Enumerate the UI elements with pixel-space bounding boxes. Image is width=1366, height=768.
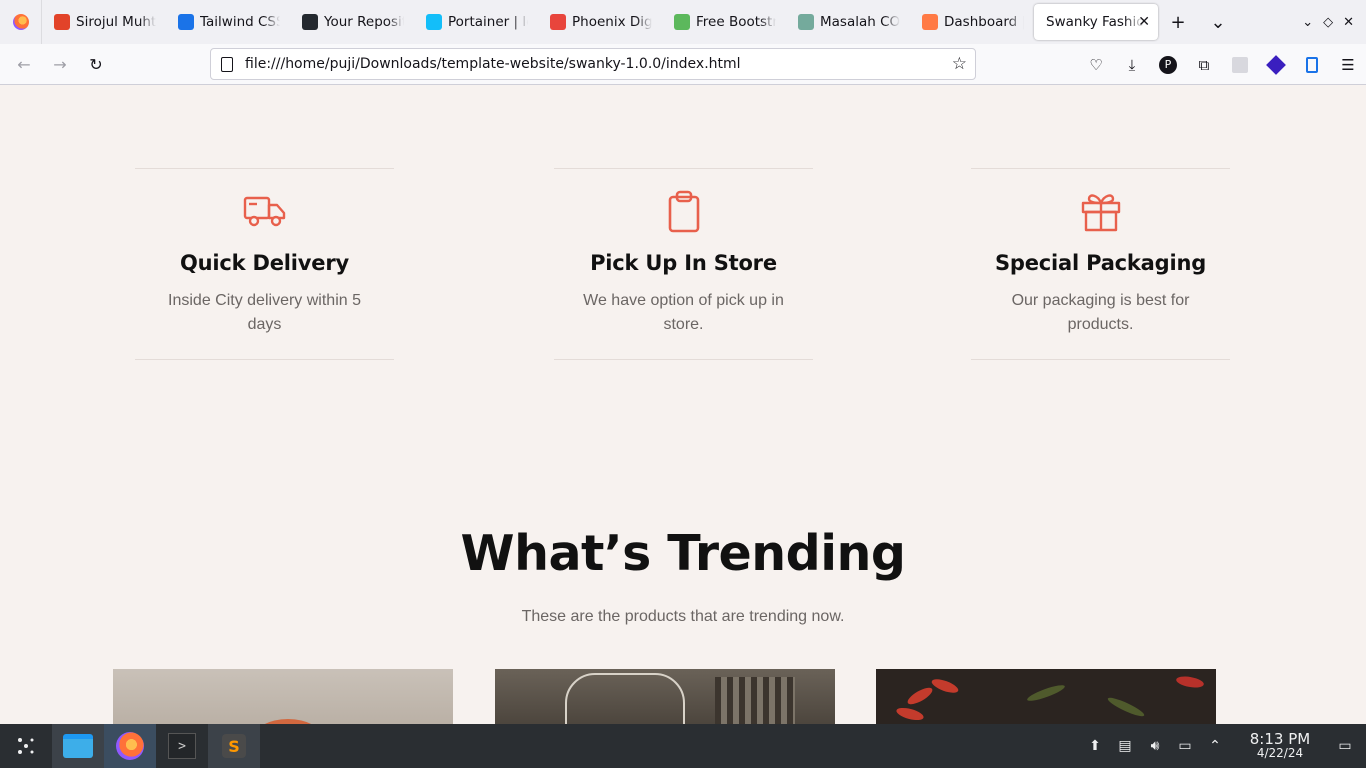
launcher-icon	[18, 738, 34, 754]
clock-date: 4/22/24	[1256, 746, 1304, 760]
folder-icon	[63, 734, 93, 758]
tab-favicon-icon	[302, 14, 318, 30]
url-text: file:///home/puji/Downloads/template-web…	[245, 56, 741, 72]
product-image[interactable]	[876, 669, 1216, 724]
tab-label: Masalah COR	[820, 14, 900, 30]
feature-quick-delivery: Quick Delivery Inside City delivery with…	[135, 168, 394, 360]
tab-favicon-icon	[922, 14, 938, 30]
application-launcher[interactable]	[0, 724, 52, 768]
close-window-icon[interactable]: ✕	[1343, 15, 1354, 30]
system-tray: ⬆ ▤ 🔊︎ ▭ ⌃ 8:13 PM 4/22/24 ▭	[1080, 724, 1366, 768]
tab-label: Free Bootstra	[696, 14, 776, 30]
taskbar-terminal[interactable]: >	[156, 724, 208, 768]
taskbar-firefox[interactable]	[104, 724, 156, 768]
tab-label: Sirojul Muhta	[76, 14, 156, 30]
browser-tab[interactable]: Dashboard |	[910, 0, 1034, 44]
show-hidden-icons[interactable]: ⌃	[1200, 724, 1230, 768]
app-menu-icon[interactable]: ☰	[1330, 47, 1366, 83]
firefox-icon	[12, 14, 29, 30]
truck-icon	[243, 196, 285, 227]
tab-label: Dashboard |	[944, 14, 1024, 30]
trending-title: What’s Trending	[460, 525, 906, 582]
feature-title: Special Packaging	[994, 251, 1207, 275]
tab-label: Tailwind CSS	[200, 14, 280, 30]
qr-extension-icon[interactable]	[1222, 47, 1258, 83]
browser-tab[interactable]: Masalah COR	[786, 0, 910, 44]
feature-text: Inside City delivery within 5 days	[168, 292, 361, 333]
terminal-icon: >	[168, 733, 196, 759]
restore-icon[interactable]: ◇	[1323, 15, 1333, 30]
sublime-text-icon: S	[222, 734, 246, 758]
feature-title: Pick Up In Store	[590, 251, 777, 275]
profile-extension-icon[interactable]: P	[1150, 47, 1186, 83]
trending-subtitle: These are the products that are trending…	[521, 608, 845, 625]
bookmark-star-icon[interactable]: ☆	[952, 54, 967, 74]
tab-favicon-icon	[426, 14, 442, 30]
clipboard-icon	[668, 190, 699, 233]
close-tab-icon[interactable]: ✕	[1138, 14, 1150, 30]
tab-label: Phoenix Digi	[572, 14, 652, 30]
taskbar: > S ⬆ ▤ 🔊︎ ▭ ⌃ 8:13 PM 4/22/24 ▭	[0, 724, 1366, 768]
browser-tab[interactable]: Sirojul Muhta	[42, 0, 166, 44]
product-image[interactable]	[113, 669, 453, 724]
feature-pick-up-in-store: Pick Up In Store We have option of pick …	[554, 168, 813, 360]
tab-favicon-icon	[798, 14, 814, 30]
tab-label: Swanky Fashio	[1046, 14, 1145, 30]
feature-text: Our packaging is best for products.	[1011, 292, 1190, 333]
tab-favicon-icon	[550, 14, 566, 30]
update-notifier-icon[interactable]: ⬆	[1080, 724, 1110, 768]
browser-tab[interactable]: Tailwind CSS	[166, 0, 290, 44]
navigation-toolbar: ← → ↻ file:///home/puji/Downloads/templa…	[0, 44, 1366, 85]
clipboard-tray-icon[interactable]: ▤	[1110, 724, 1140, 768]
firefox-icon	[116, 732, 144, 760]
tab-label: Portainer | lo	[448, 14, 528, 30]
list-all-tabs-button[interactable]: ⌄	[1198, 0, 1238, 44]
taskbar-sublime-text[interactable]: S	[208, 724, 260, 768]
minimize-icon[interactable]: ⌄	[1302, 15, 1313, 30]
feature-special-packaging: Special Packaging Our packaging is best …	[971, 168, 1230, 360]
feature-text: We have option of pick up in store.	[583, 292, 784, 333]
feature-title: Quick Delivery	[180, 251, 349, 275]
tab-favicon-icon	[54, 14, 70, 30]
new-tab-button[interactable]: +	[1158, 0, 1198, 44]
taskbar-file-manager[interactable]	[52, 724, 104, 768]
phone-extension-icon[interactable]	[1294, 47, 1330, 83]
tab-favicon-icon	[674, 14, 690, 30]
page-content: Quick Delivery Inside City delivery with…	[0, 85, 1366, 724]
network-icon[interactable]: ▭	[1170, 724, 1200, 768]
tab-label: Your Reposit	[324, 14, 404, 30]
clock-time: 8:13 PM	[1249, 730, 1311, 748]
product-image[interactable]	[495, 669, 835, 724]
browser-tab[interactable]: Portainer | lo	[414, 0, 538, 44]
browser-tab[interactable]: Free Bootstra	[662, 0, 786, 44]
pocket-icon[interactable]: ♡	[1078, 47, 1114, 83]
show-desktop-icon[interactable]: ▭	[1330, 724, 1360, 768]
tab-favicon-icon	[178, 14, 194, 30]
browser-tab[interactable]: Phoenix Digi	[538, 0, 662, 44]
tab-strip: Sirojul Muhta Tailwind CSS Your Reposit Por…	[0, 0, 1366, 44]
clock[interactable]: 8:13 PM 4/22/24	[1240, 730, 1320, 761]
volume-icon[interactable]: 🔊︎	[1140, 724, 1170, 768]
forward-button[interactable]: →	[42, 46, 78, 82]
downloads-icon[interactable]: ⤓	[1114, 47, 1150, 83]
layers-extension-icon[interactable]	[1258, 47, 1294, 83]
reload-button[interactable]: ↻	[78, 46, 114, 82]
browser-tab[interactable]: Your Reposit	[290, 0, 414, 44]
page-icon	[221, 57, 233, 72]
gift-icon	[1081, 194, 1120, 232]
firefox-view-button[interactable]	[0, 0, 42, 44]
browser-tab[interactable]: Swanky Fashio ✕	[1034, 4, 1158, 40]
url-bar[interactable]: file:///home/puji/Downloads/template-web…	[210, 48, 976, 80]
extensions-icon[interactable]: ⧉	[1186, 47, 1222, 83]
back-button[interactable]: ←	[6, 46, 42, 82]
